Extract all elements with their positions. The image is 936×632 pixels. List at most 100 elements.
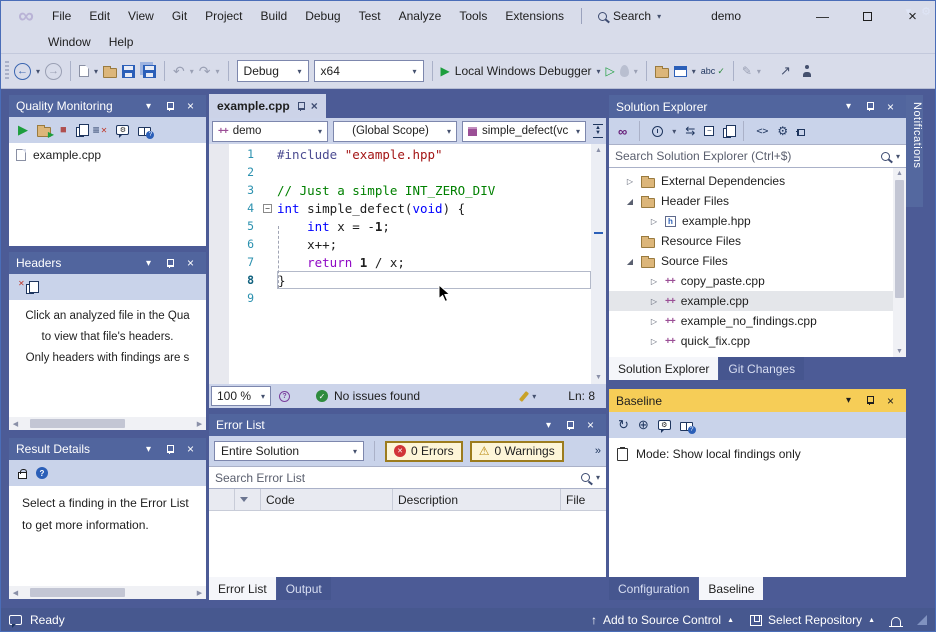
panel-menu-button[interactable]: ▾ bbox=[140, 441, 157, 457]
scroll-up-icon[interactable]: ▲ bbox=[595, 147, 602, 154]
tree-expander-icon[interactable]: ◢ bbox=[625, 257, 635, 266]
menu-test[interactable]: Test bbox=[350, 7, 390, 25]
code-cleanup-button[interactable]: ▾ bbox=[519, 390, 536, 402]
tab-solution-explorer[interactable]: Solution Explorer bbox=[609, 357, 719, 380]
close-button[interactable]: × bbox=[582, 417, 599, 433]
breakpoint-margin[interactable] bbox=[209, 144, 229, 384]
menu-extensions[interactable]: Extensions bbox=[496, 7, 573, 25]
pending-changes-filter-button[interactable] bbox=[652, 125, 664, 137]
properties-button[interactable]: ⚙ bbox=[777, 124, 788, 138]
result-details-titlebar[interactable]: Result Details ▾ × bbox=[9, 438, 206, 460]
close-button[interactable]: × bbox=[882, 99, 899, 115]
panel-menu-button[interactable]: ▾ bbox=[540, 417, 557, 433]
tree-expander-icon[interactable]: ▷ bbox=[649, 297, 659, 306]
panel-menu-button[interactable]: ▾ bbox=[840, 99, 857, 115]
tree-item-header-files[interactable]: ◢ Header Files bbox=[609, 191, 906, 211]
menu-build[interactable]: Build bbox=[252, 7, 297, 25]
fold-collapse-icon[interactable]: − bbox=[263, 203, 272, 213]
tree-expander-icon[interactable]: ▷ bbox=[649, 317, 659, 326]
baseline-help-button[interactable]: ? bbox=[679, 420, 696, 434]
menu-tools[interactable]: Tools bbox=[450, 7, 496, 25]
scope-dropdown[interactable]: (Global Scope) ▾ bbox=[333, 120, 457, 142]
tree-item-copy-paste-cpp[interactable]: ▷ ++ copy_paste.cpp bbox=[609, 271, 906, 291]
menu-analyze[interactable]: Analyze bbox=[390, 7, 451, 25]
chevron-down-icon[interactable]: ▾ bbox=[692, 67, 696, 76]
scrollbar-thumb[interactable] bbox=[895, 180, 904, 298]
tree-item-example-no-findings-cpp[interactable]: ▷ ++ example_no_findings.cpp bbox=[609, 311, 906, 331]
find-in-files-button[interactable] bbox=[654, 65, 669, 78]
close-icon[interactable]: × bbox=[311, 99, 318, 113]
baseline-titlebar[interactable]: Baseline ▾ × bbox=[609, 389, 906, 412]
navigate-back-button[interactable]: ← bbox=[14, 62, 31, 80]
share-button[interactable]: ↗ bbox=[780, 63, 791, 79]
scroll-down-icon[interactable]: ▼ bbox=[896, 348, 903, 355]
help-button[interactable]: ? bbox=[138, 125, 155, 139]
scroll-left-icon[interactable]: ◀ bbox=[9, 420, 22, 428]
baseline-settings-button[interactable]: ⚙ bbox=[657, 420, 671, 433]
project-dropdown[interactable]: ++ demo ▾ bbox=[212, 120, 328, 142]
resize-grip[interactable] bbox=[917, 615, 927, 625]
close-button[interactable]: × bbox=[182, 255, 199, 271]
solution-explorer-titlebar[interactable]: Solution Explorer ▾ × bbox=[609, 95, 906, 118]
clear-list-button[interactable]: ≡ ✕ bbox=[93, 123, 108, 137]
minimize-button[interactable]: — bbox=[800, 1, 845, 31]
tab-list-chevron-icon[interactable]: ▾ bbox=[906, 5, 912, 18]
issues-indicator[interactable]: ✓ No issues found bbox=[316, 389, 420, 403]
column-file[interactable]: File bbox=[561, 489, 606, 510]
errors-filter-button[interactable]: ✕ 0 Errors bbox=[385, 440, 463, 462]
save-all-button[interactable] bbox=[140, 64, 157, 78]
tab-configuration[interactable]: Configuration bbox=[609, 577, 699, 600]
pin-button[interactable] bbox=[561, 417, 578, 433]
editor-options-gear-icon[interactable]: ⚙ bbox=[921, 5, 931, 18]
zoom-dropdown[interactable]: 100 % ▾ bbox=[211, 386, 271, 406]
start-debugging-button[interactable]: ▶ Local Windows Debugger ▾ bbox=[441, 64, 601, 78]
spell-checker-button[interactable]: abc ✓ bbox=[701, 66, 725, 77]
column-description[interactable]: Description bbox=[393, 489, 561, 510]
headers-hscrollbar[interactable]: ◀ ▶ bbox=[9, 417, 206, 430]
save-button[interactable] bbox=[122, 64, 136, 78]
pin-icon[interactable] bbox=[297, 101, 305, 111]
tab-baseline[interactable]: Baseline bbox=[699, 577, 764, 600]
feedback-bubble-icon[interactable] bbox=[9, 615, 22, 628]
settings-button[interactable]: ⚙ bbox=[116, 125, 130, 138]
quality-monitoring-titlebar[interactable]: Quality Monitoring ▾ × bbox=[9, 95, 206, 117]
panel-menu-button[interactable]: ▾ bbox=[140, 98, 157, 114]
split-editor-icon[interactable]: ▲ ▼ bbox=[593, 124, 603, 138]
view-code-button[interactable]: <> bbox=[756, 126, 768, 137]
tree-item-source-files[interactable]: ◢ Source Files bbox=[609, 251, 906, 271]
menu-edit[interactable]: Edit bbox=[80, 7, 119, 25]
notifications-tab[interactable]: Notifications bbox=[906, 95, 923, 207]
help-button[interactable]: ? bbox=[36, 467, 48, 479]
pin-button[interactable] bbox=[161, 441, 178, 457]
menu-debug[interactable]: Debug bbox=[296, 7, 349, 25]
error-list-titlebar[interactable]: Error List ▾ × bbox=[209, 414, 606, 436]
tree-expander-icon[interactable]: ▷ bbox=[649, 277, 659, 286]
comment-button[interactable]: ✎ bbox=[742, 64, 752, 78]
menu-git[interactable]: Git bbox=[163, 7, 196, 25]
feedback-button[interactable] bbox=[802, 65, 812, 77]
sync-with-active-document-button[interactable]: ⇆ bbox=[685, 124, 695, 138]
close-button[interactable]: × bbox=[182, 98, 199, 114]
analyze-open-files-button[interactable]: ▶ bbox=[37, 124, 54, 139]
undo-chevron-icon[interactable]: ▾ bbox=[190, 67, 194, 76]
new-file-chevron-icon[interactable]: ▾ bbox=[94, 67, 98, 76]
scrollbar-thumb[interactable] bbox=[30, 419, 125, 428]
redo-chevron-icon[interactable]: ▾ bbox=[216, 67, 220, 76]
solution-search-input[interactable] bbox=[615, 149, 875, 163]
qm-file-item-example-cpp[interactable]: example.cpp bbox=[9, 143, 206, 167]
health-indicator-button[interactable]: ? bbox=[279, 390, 290, 402]
menu-project[interactable]: Project bbox=[196, 7, 251, 25]
redo-button[interactable]: ↷ bbox=[199, 63, 211, 80]
menu-view[interactable]: View bbox=[119, 7, 163, 25]
close-button[interactable]: × bbox=[882, 393, 899, 409]
global-search[interactable]: Search ▾ bbox=[590, 9, 669, 23]
refresh-baseline-button[interactable]: ↻ bbox=[618, 417, 629, 433]
notifications-bell-button[interactable] bbox=[889, 615, 903, 627]
start-without-debugging-button[interactable]: ▷ bbox=[606, 64, 615, 78]
scroll-down-icon[interactable]: ▼ bbox=[595, 374, 602, 381]
tree-expander-icon[interactable]: ▷ bbox=[649, 337, 659, 346]
solution-configuration-dropdown[interactable]: Debug ▾ bbox=[236, 60, 309, 82]
column-code[interactable]: Code bbox=[261, 489, 393, 510]
code-editor[interactable]: 1 #include "example.hpp" 2 3 // Just a simpl… bbox=[209, 144, 606, 384]
tree-item-example-hpp[interactable]: ▷ h example.hpp bbox=[609, 211, 906, 231]
